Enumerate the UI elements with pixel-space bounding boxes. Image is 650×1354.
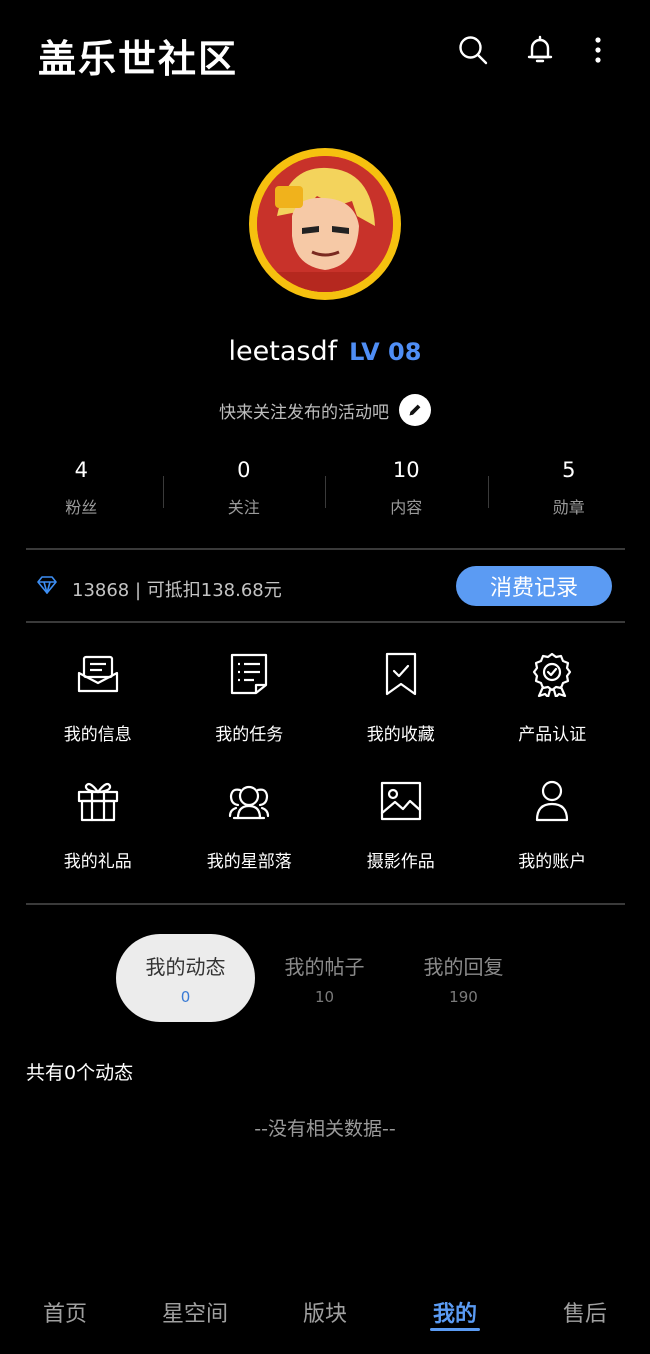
- stat-fans[interactable]: 4 粉丝: [0, 458, 163, 528]
- avatar-image: [257, 156, 393, 292]
- nav-item-sections[interactable]: 版块: [260, 1280, 390, 1340]
- stat-value: 0: [237, 458, 251, 482]
- grid-label: 我的任务: [215, 725, 284, 745]
- nav-item-home[interactable]: 首页: [0, 1280, 130, 1340]
- bio-row: 快来关注发布的活动吧: [0, 394, 650, 426]
- bio-text: 快来关注发布的活动吧: [219, 402, 389, 423]
- more-vertical-icon[interactable]: [580, 32, 616, 68]
- nav-label: 首页: [42, 1302, 87, 1327]
- bell-icon[interactable]: [522, 32, 558, 68]
- badge-icon: [528, 650, 576, 698]
- tab-count: 190: [449, 987, 478, 1006]
- grid-label: 我的收藏: [366, 725, 435, 745]
- grid-label: 我的信息: [63, 725, 132, 745]
- app-title: 盖乐世社区: [38, 37, 239, 81]
- divider: [26, 621, 625, 623]
- nav-item-star-space[interactable]: 星空间: [130, 1280, 260, 1340]
- app-header: 盖乐世社区: [0, 0, 650, 100]
- stat-following[interactable]: 0 关注: [162, 458, 326, 528]
- nav-label: 我的: [432, 1302, 477, 1327]
- stats-row: 4 粉丝 0 关注 10 内容 5 勋章: [0, 458, 650, 528]
- points-balance: 13868 | 可抵扣138.68元: [72, 580, 282, 601]
- level-badge: LV 08: [349, 338, 422, 366]
- grid-label: 我的账户: [518, 852, 587, 872]
- username-row: leetasdf LV 08: [0, 336, 650, 367]
- stat-medals[interactable]: 5 勋章: [487, 458, 650, 528]
- avatar[interactable]: [249, 148, 401, 300]
- username: leetasdf: [228, 336, 338, 367]
- grid-item-gifts[interactable]: 我的礼品: [22, 777, 174, 872]
- tab-my-replies[interactable]: 我的回复 190: [394, 934, 533, 1022]
- grid-item-messages[interactable]: 我的信息: [22, 650, 174, 745]
- bookmark-icon: [377, 650, 425, 698]
- tab-my-posts[interactable]: 我的帖子 10: [255, 934, 394, 1022]
- tab-label: 我的动态: [145, 954, 226, 979]
- group-icon: [225, 777, 273, 825]
- stat-value: 4: [74, 458, 88, 482]
- grid-label: 摄影作品: [366, 852, 435, 872]
- grid-item-favorites[interactable]: 我的收藏: [325, 650, 477, 745]
- tab-count: 0: [180, 987, 191, 1006]
- grid-label: 产品认证: [518, 725, 587, 745]
- stat-label: 粉丝: [65, 498, 98, 517]
- edit-bio-button[interactable]: [399, 394, 431, 426]
- user-icon: [528, 777, 576, 825]
- nav-item-me[interactable]: 我的: [390, 1280, 520, 1340]
- tab-count: 10: [314, 987, 335, 1006]
- stat-label: 内容: [390, 498, 423, 517]
- divider: [26, 903, 625, 905]
- pencil-icon: [409, 404, 421, 416]
- stat-value: 10: [392, 458, 420, 482]
- points-row: 13868 | 可抵扣138.68元 消费记录: [26, 550, 625, 622]
- stat-content[interactable]: 10 内容: [325, 458, 488, 528]
- tab-label: 我的帖子: [284, 954, 365, 979]
- task-list-icon: [225, 650, 273, 698]
- grid-item-photography[interactable]: 摄影作品: [325, 777, 477, 872]
- active-indicator: [430, 1328, 480, 1331]
- nav-label: 星空间: [161, 1302, 228, 1327]
- diamond-icon: [36, 576, 58, 598]
- nav-item-after-sales[interactable]: 售后: [520, 1280, 650, 1340]
- content-tabs: 我的动态 0 我的帖子 10 我的回复 190: [116, 934, 533, 1022]
- search-icon[interactable]: [455, 32, 491, 68]
- bottom-nav: 首页 星空间 版块 我的 售后: [0, 1280, 650, 1340]
- stat-label: 关注: [227, 498, 260, 517]
- image-icon: [377, 777, 425, 825]
- grid-item-tribe[interactable]: 我的星部落: [174, 777, 326, 872]
- consumption-record-button[interactable]: 消费记录: [456, 566, 612, 606]
- tab-label: 我的回复: [423, 954, 504, 979]
- stat-value: 5: [562, 458, 576, 482]
- grid-label: 我的星部落: [206, 852, 292, 872]
- activity-count: 共有0个动态: [26, 1062, 134, 1084]
- grid-item-account[interactable]: 我的账户: [477, 777, 629, 872]
- message-icon: [74, 650, 122, 698]
- grid-item-certification[interactable]: 产品认证: [477, 650, 629, 745]
- empty-state: --没有相关数据--: [254, 1118, 396, 1140]
- feature-grid: 我的信息 我的任务 我的收藏 产品认证 我的礼品 我的星部落 摄影作品 我的账户: [22, 650, 628, 872]
- gift-icon: [74, 777, 122, 825]
- stat-label: 勋章: [552, 498, 585, 517]
- tab-my-activity[interactable]: 我的动态 0: [116, 934, 255, 1022]
- grid-label: 我的礼品: [63, 852, 132, 872]
- nav-label: 版块: [302, 1302, 347, 1327]
- nav-label: 售后: [562, 1302, 607, 1327]
- grid-item-tasks[interactable]: 我的任务: [174, 650, 326, 745]
